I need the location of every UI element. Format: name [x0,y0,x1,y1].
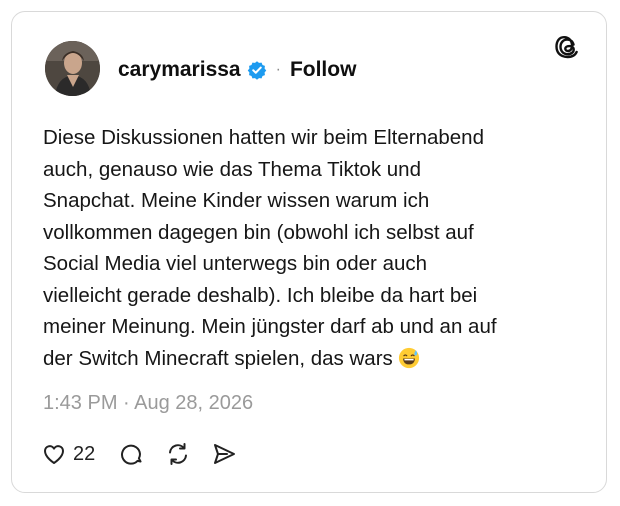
post-text: Diese Diskussionen hatten wir beim Elter… [43,122,568,374]
follow-button[interactable]: Follow [290,58,357,82]
repost-icon [169,443,188,465]
username[interactable]: carymarissa [118,58,241,82]
threads-post-card: carymarissa · Follow Diese Diskussionen … [11,11,607,493]
post-body: Diese Diskussionen hatten wir beim Elter… [43,126,497,370]
post-header: carymarissa · Follow [118,57,356,83]
like-count: 22 [73,442,96,465]
share-button[interactable] [211,441,237,467]
reply-button[interactable] [119,441,145,467]
share-icon [214,444,236,464]
grinning-face-with-sweat-icon [399,347,420,368]
avatar[interactable] [45,41,100,96]
threads-logo[interactable] [554,32,582,60]
verified-badge-icon [247,61,266,80]
action-bar: 22 [41,439,237,469]
heart-icon [43,445,65,464]
like-button[interactable]: 22 [41,441,95,467]
post-timestamp: 1:43 PM · Aug 28, 2026 [43,392,254,414]
separator-dot: · [275,61,281,78]
repost-button[interactable] [165,441,191,467]
comment-icon [121,444,142,465]
